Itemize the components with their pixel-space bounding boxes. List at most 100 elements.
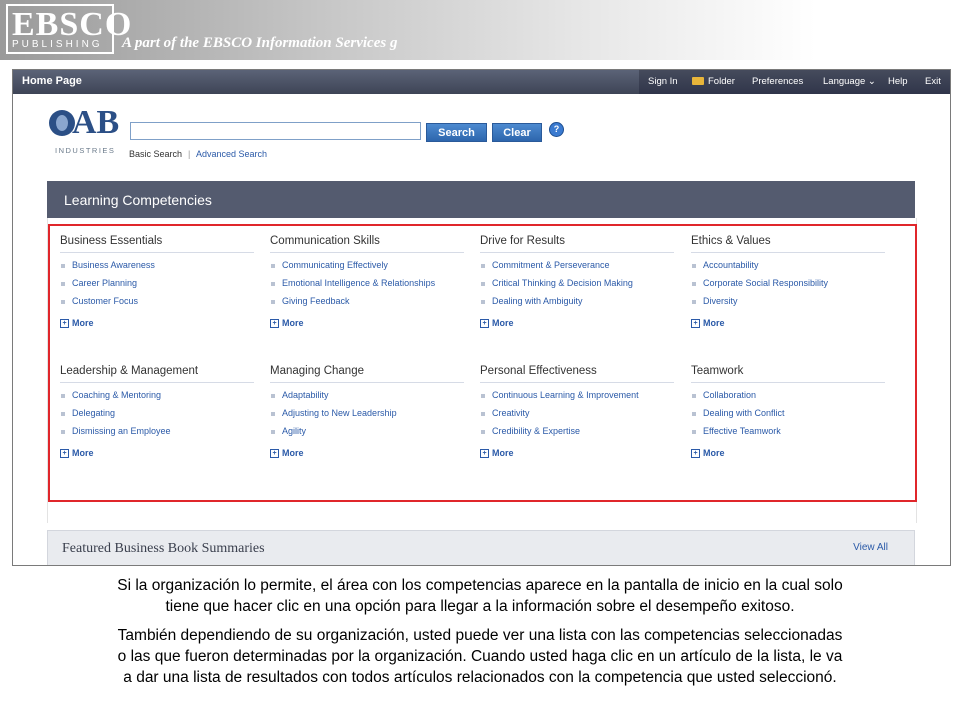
sign-in-link[interactable]: Sign In: [648, 76, 678, 87]
chevron-down-icon: ⌄: [867, 76, 876, 87]
top-nav-links: Sign In Folder Preferences Language ⌄ He…: [639, 70, 950, 94]
competency-category: Drive for Results Commitment & Perseveran…: [480, 235, 674, 329]
competency-category-title: Ethics & Values: [691, 235, 885, 253]
competency-link[interactable]: Commitment & Perseverance: [480, 260, 674, 271]
competency-link[interactable]: Customer Focus: [60, 296, 254, 307]
featured-summaries-title: Featured Business Book Summaries: [62, 541, 265, 556]
competency-category: Managing Change Adaptability Adjusting to …: [270, 365, 464, 459]
competency-link[interactable]: Coaching & Mentoring: [60, 390, 254, 401]
plus-icon: +: [691, 319, 700, 328]
language-menu[interactable]: Language ⌄: [823, 76, 876, 87]
competency-category: Business Essentials Business Awareness Car…: [60, 235, 254, 329]
exit-link[interactable]: Exit: [925, 76, 941, 87]
ebsco-logo: EBSCO PUBLISHING: [6, 4, 131, 54]
competency-category-title: Personal Effectiveness: [480, 365, 674, 383]
ebsco-logo-text: EBSCO: [12, 6, 133, 43]
clear-button[interactable]: Clear: [492, 123, 542, 142]
competency-link[interactable]: Critical Thinking & Decision Making: [480, 278, 674, 289]
caption-line: a dar una lista de resultados con todos …: [123, 669, 837, 686]
app-screenshot: Home Page Sign In Folder Preferences Lan…: [12, 69, 951, 566]
competency-link[interactable]: Agility: [270, 426, 464, 437]
ebsco-logo-subtext: PUBLISHING: [12, 39, 103, 50]
more-label: More: [282, 448, 304, 458]
competency-category-title: Business Essentials: [60, 235, 254, 253]
ab-logo-subtext: INDUSTRIES: [55, 146, 116, 155]
top-navigation-bar: Home Page Sign In Folder Preferences Lan…: [13, 70, 950, 94]
competency-link[interactable]: Adaptability: [270, 390, 464, 401]
competency-link[interactable]: Dealing with Ambiguity: [480, 296, 674, 307]
competency-link[interactable]: Credibility & Expertise: [480, 426, 674, 437]
ebsco-banner: EBSCO PUBLISHING A part of the EBSCO Inf…: [0, 0, 960, 60]
plus-icon: +: [270, 449, 279, 458]
caption-line: tiene que hacer clic en una opción para …: [165, 598, 795, 615]
more-link[interactable]: + More: [480, 448, 674, 459]
competency-link[interactable]: Business Awareness: [60, 260, 254, 271]
competency-link[interactable]: Dismissing an Employee: [60, 426, 254, 437]
more-link[interactable]: + More: [270, 448, 464, 459]
help-link[interactable]: Help: [888, 76, 908, 87]
competency-category-title: Teamwork: [691, 365, 885, 383]
competency-link[interactable]: Diversity: [691, 296, 885, 307]
competency-link[interactable]: Collaboration: [691, 390, 885, 401]
competency-category-title: Communication Skills: [270, 235, 464, 253]
plus-icon: +: [60, 319, 69, 328]
home-page-tab[interactable]: Home Page: [22, 75, 82, 87]
featured-summaries-header: Featured Business Book Summaries View Al…: [47, 530, 915, 565]
search-input[interactable]: [130, 122, 421, 140]
language-label: Language: [823, 76, 866, 87]
plus-icon: +: [480, 449, 489, 458]
more-link[interactable]: + More: [60, 448, 254, 459]
competency-category-title: Managing Change: [270, 365, 464, 383]
search-button[interactable]: Search: [426, 123, 487, 142]
competency-link[interactable]: Career Planning: [60, 278, 254, 289]
plus-icon: +: [60, 449, 69, 458]
view-all-link[interactable]: View All: [853, 542, 888, 553]
more-link[interactable]: + More: [60, 318, 254, 329]
link-separator: |: [188, 149, 191, 159]
competency-category-title: Leadership & Management: [60, 365, 254, 383]
folder-icon: [692, 77, 704, 85]
competency-link[interactable]: Communicating Effectively: [270, 260, 464, 271]
banner-tagline: A part of the EBSCO Information Services…: [122, 35, 398, 51]
competency-category: Personal Effectiveness Continuous Learnin…: [480, 365, 674, 459]
competency-link[interactable]: Creativity: [480, 408, 674, 419]
competency-link[interactable]: Delegating: [60, 408, 254, 419]
competency-category: Leadership & Management Coaching & Mentor…: [60, 365, 254, 459]
competency-link[interactable]: Continuous Learning & Improvement: [480, 390, 674, 401]
help-icon[interactable]: ?: [549, 122, 564, 137]
plus-icon: +: [691, 449, 700, 458]
advanced-search-link[interactable]: Advanced Search: [196, 149, 267, 159]
more-link[interactable]: + More: [480, 318, 674, 329]
more-label: More: [703, 448, 725, 458]
ab-logo-letters: AB: [72, 104, 120, 141]
caption-paragraph-1: Si la organización lo permite, el área c…: [20, 575, 940, 617]
more-label: More: [72, 318, 94, 328]
caption-line: o las que fueron determinadas por la org…: [117, 648, 843, 665]
caption-paragraph-2: También dependiendo de su organización, …: [20, 625, 940, 688]
competency-link[interactable]: Accountability: [691, 260, 885, 271]
more-link[interactable]: + More: [691, 318, 885, 329]
ab-industries-logo: AB INDUSTRIES: [49, 104, 120, 158]
caption-line: También dependiendo de su organización, …: [117, 627, 843, 644]
competency-link[interactable]: Emotional Intelligence & Relationships: [270, 278, 464, 289]
folder-link[interactable]: Folder: [692, 76, 735, 87]
preferences-link[interactable]: Preferences: [752, 76, 803, 87]
competency-link[interactable]: Effective Teamwork: [691, 426, 885, 437]
competency-link[interactable]: Dealing with Conflict: [691, 408, 885, 419]
more-label: More: [492, 448, 514, 458]
plus-icon: +: [270, 319, 279, 328]
basic-search-link[interactable]: Basic Search: [129, 149, 182, 159]
learning-competencies-title: Learning Competencies: [64, 192, 212, 208]
folder-label: Folder: [708, 76, 735, 87]
competency-category-title: Drive for Results: [480, 235, 674, 253]
competency-link[interactable]: Adjusting to New Leadership: [270, 408, 464, 419]
competency-category: Teamwork Collaboration Dealing with Confli…: [691, 365, 885, 459]
learning-competencies-header: Learning Competencies: [47, 181, 915, 218]
more-label: More: [282, 318, 304, 328]
competency-link[interactable]: Giving Feedback: [270, 296, 464, 307]
competency-link[interactable]: Corporate Social Responsibility: [691, 278, 885, 289]
more-label: More: [703, 318, 725, 328]
more-label: More: [72, 448, 94, 458]
more-link[interactable]: + More: [691, 448, 885, 459]
more-link[interactable]: + More: [270, 318, 464, 329]
